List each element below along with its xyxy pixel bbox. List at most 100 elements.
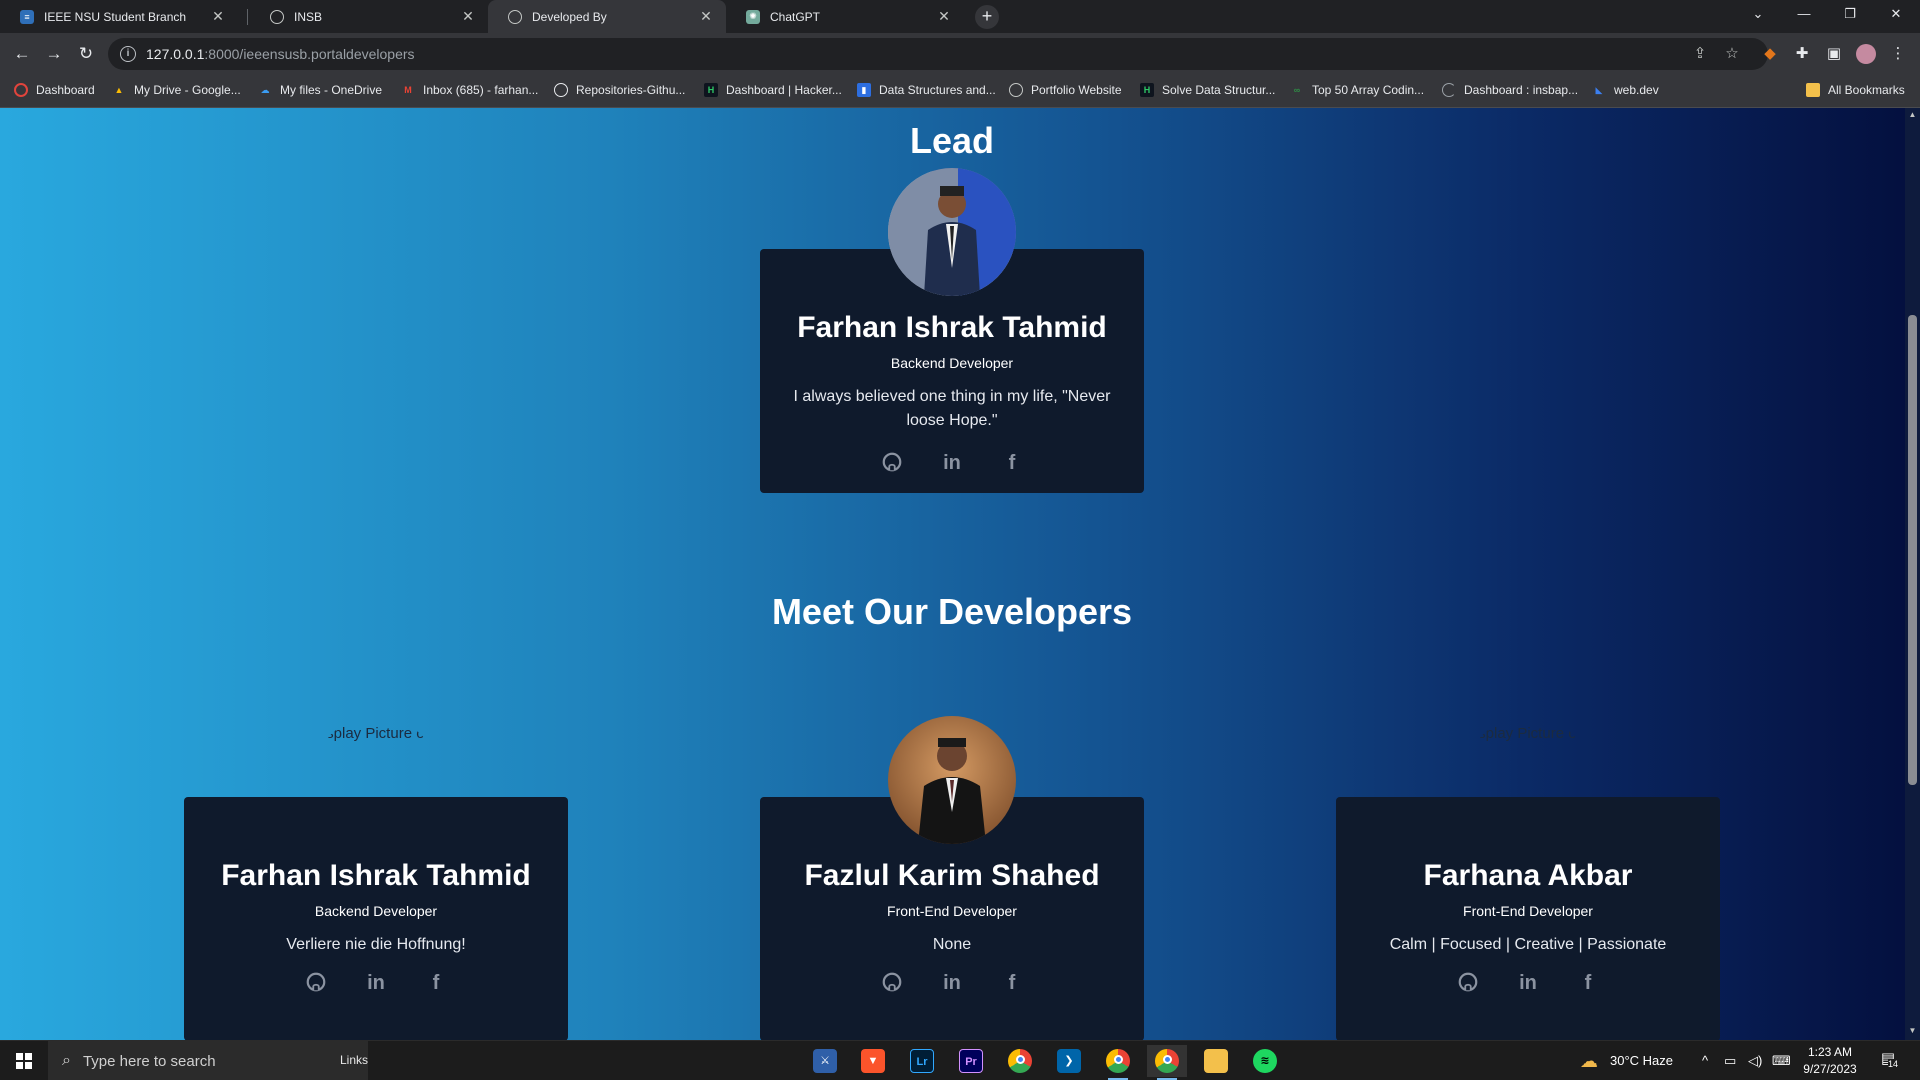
metamask-icon[interactable]: ◆ [1758, 42, 1782, 66]
close-tab-icon[interactable]: ✕ [460, 8, 476, 25]
all-bookmarks-folder[interactable]: All Bookmarks [1806, 83, 1905, 97]
taskbar-app-sword[interactable]: ⚔ [805, 1045, 845, 1077]
taskbar-app-lightroom[interactable]: Lr [902, 1045, 942, 1077]
notification-count: 14 [1888, 1059, 1899, 1069]
side-panel-icon[interactable]: ▣ [1822, 42, 1846, 66]
developer-role: Front-End Developer [1463, 903, 1593, 919]
taskbar-search[interactable]: ⌕ Type here to search [48, 1041, 368, 1080]
taskbar-app-brave[interactable]: ▼ [853, 1045, 893, 1077]
new-tab-button[interactable]: + [975, 5, 999, 29]
bookmark-data-structures[interactable]: ▮ Data Structures and... [857, 83, 996, 97]
taskbar-app-chrome[interactable] [1000, 1045, 1040, 1077]
github-icon[interactable] [1456, 971, 1480, 995]
bookmark-label: All Bookmarks [1828, 83, 1905, 97]
developer-name: Farhan Ishrak Tahmid [221, 859, 531, 892]
bookmark-label: web.dev [1614, 83, 1659, 97]
developer-name: Farhan Ishrak Tahmid [797, 311, 1107, 344]
bookmark-top-50[interactable]: ∞ Top 50 Array Codin... [1290, 83, 1424, 97]
developer-quote: Verliere nie die Hoffnung! [286, 936, 466, 953]
taskbar-app-explorer[interactable] [1196, 1045, 1236, 1077]
menu-kebab-icon[interactable]: ⋮ [1886, 42, 1910, 66]
bookmark-solve-ds[interactable]: H Solve Data Structur... [1140, 83, 1275, 97]
scroll-down-icon[interactable]: ▼ [1907, 1026, 1918, 1037]
linkedin-icon[interactable]: in [1516, 971, 1540, 995]
taskbar-app-chrome-active[interactable] [1147, 1045, 1187, 1080]
tab-title: ChatGPT [770, 9, 821, 24]
globe-icon [1009, 83, 1023, 97]
bookmark-portfolio[interactable]: Portfolio Website [1009, 83, 1122, 97]
github-icon[interactable] [304, 971, 328, 995]
page-scrollbar[interactable]: ▲ ▼ [1905, 108, 1920, 1040]
start-button[interactable] [0, 1041, 48, 1080]
bookmark-onedrive[interactable]: ☁ My files - OneDrive [258, 83, 383, 97]
site-info-icon[interactable]: i [120, 46, 136, 62]
profile-avatar[interactable] [1854, 42, 1878, 66]
bookmark-label: Portfolio Website [1031, 83, 1122, 97]
social-links: in f [184, 971, 568, 997]
back-icon[interactable]: ← [10, 42, 34, 66]
hackerrank-icon: H [1140, 83, 1154, 97]
bookmark-github[interactable]: Repositories-Githu... [554, 83, 685, 97]
facebook-icon[interactable]: f [1576, 971, 1600, 995]
vscode-icon: ❯ [1057, 1049, 1081, 1073]
keyboard-icon[interactable]: ⌨ [1772, 1041, 1791, 1080]
network-icon[interactable]: ▭ [1724, 1041, 1736, 1080]
minimize-button[interactable]: — [1782, 0, 1826, 30]
linkedin-icon[interactable]: in [364, 971, 388, 995]
facebook-icon[interactable]: f [424, 971, 448, 995]
facebook-icon[interactable]: f [1000, 451, 1024, 475]
facebook-icon[interactable]: f [1000, 971, 1024, 995]
restore-button[interactable]: ❐ [1828, 0, 1872, 30]
close-window-button[interactable]: ✕ [1874, 0, 1918, 30]
volume-icon[interactable]: ◁) [1748, 1041, 1762, 1080]
tab-chatgpt[interactable]: ✺ ChatGPT ✕ [726, 0, 964, 33]
tab-insb[interactable]: INSB ✕ [250, 0, 488, 33]
weather-text[interactable]: 30°C Haze [1610, 1041, 1673, 1080]
lead-heading-text: Lead [909, 120, 995, 158]
bookmark-insbap[interactable]: Dashboard : insbap... [1442, 83, 1578, 97]
notification-icon[interactable]: ▤14 [1876, 1049, 1900, 1073]
linkedin-icon[interactable]: in [940, 971, 964, 995]
close-tab-icon[interactable]: ✕ [936, 8, 952, 25]
bookmark-dashboard[interactable]: Dashboard [14, 83, 95, 97]
bookmark-gmail[interactable]: M Inbox (685) - farhan... [401, 83, 538, 97]
search-icon: ⌕ [62, 1052, 71, 1069]
close-tab-icon[interactable]: ✕ [210, 8, 226, 25]
tab-title: IEEE NSU Student Branch [44, 9, 187, 24]
links-toolbar[interactable]: Links [340, 1053, 368, 1067]
bookmark-star-icon[interactable]: ☆ [1720, 42, 1744, 66]
file-explorer-icon [1204, 1049, 1228, 1073]
forward-icon[interactable]: → [42, 42, 66, 66]
taskbar-app-vscode[interactable]: ❯ [1049, 1045, 1089, 1077]
tray-chevron-icon[interactable]: ^ [1702, 1041, 1708, 1080]
tab-developed-by[interactable]: Developed By ✕ [488, 0, 726, 33]
taskbar-app-premiere[interactable]: Pr [951, 1045, 991, 1077]
social-links: in f [760, 971, 1144, 997]
extensions-puzzle-icon[interactable]: ✚ [1790, 42, 1814, 66]
tab-strip: ≡ IEEE NSU Student Branch ✕ INSB ✕ Devel… [0, 0, 1920, 33]
close-tab-icon[interactable]: ✕ [698, 8, 714, 25]
linkedin-icon[interactable]: in [940, 451, 964, 475]
bookmark-hackerrank[interactable]: H Dashboard | Hacker... [704, 83, 842, 97]
bookmark-my-drive[interactable]: ▲ My Drive - Google... [112, 83, 241, 97]
bookmark-webdev[interactable]: ◣ web.dev [1592, 83, 1659, 97]
share-icon[interactable]: ⇪ [1688, 42, 1712, 66]
clipped-heading-line [852, 108, 1052, 114]
github-icon [554, 83, 568, 97]
brave-icon: ▼ [861, 1049, 885, 1073]
taskbar-app-chrome-2[interactable] [1098, 1045, 1138, 1080]
address-bar[interactable]: i 127.0.0.1:8000/ieeensusb.portaldevelop… [108, 38, 1768, 70]
reload-icon[interactable]: ↻ [74, 42, 98, 66]
taskbar-app-spotify[interactable]: ≋ [1245, 1045, 1285, 1077]
scroll-up-icon[interactable]: ▲ [1907, 110, 1918, 121]
github-icon[interactable] [880, 971, 904, 995]
tab-ieee-nsu[interactable]: ≡ IEEE NSU Student Branch ✕ [0, 0, 238, 33]
clock[interactable]: 1:23 AM 9/27/2023 [1790, 1044, 1870, 1078]
bookmark-label: Dashboard | Hacker... [726, 83, 842, 97]
scroll-thumb[interactable] [1908, 315, 1917, 785]
ieee-favicon-icon: ≡ [20, 9, 34, 24]
weather-icon: ☁ [1580, 1051, 1598, 1071]
github-icon[interactable] [880, 451, 904, 475]
app-icon: ⚔ [813, 1049, 837, 1073]
tab-search-icon[interactable]: ⌄ [1736, 0, 1780, 30]
